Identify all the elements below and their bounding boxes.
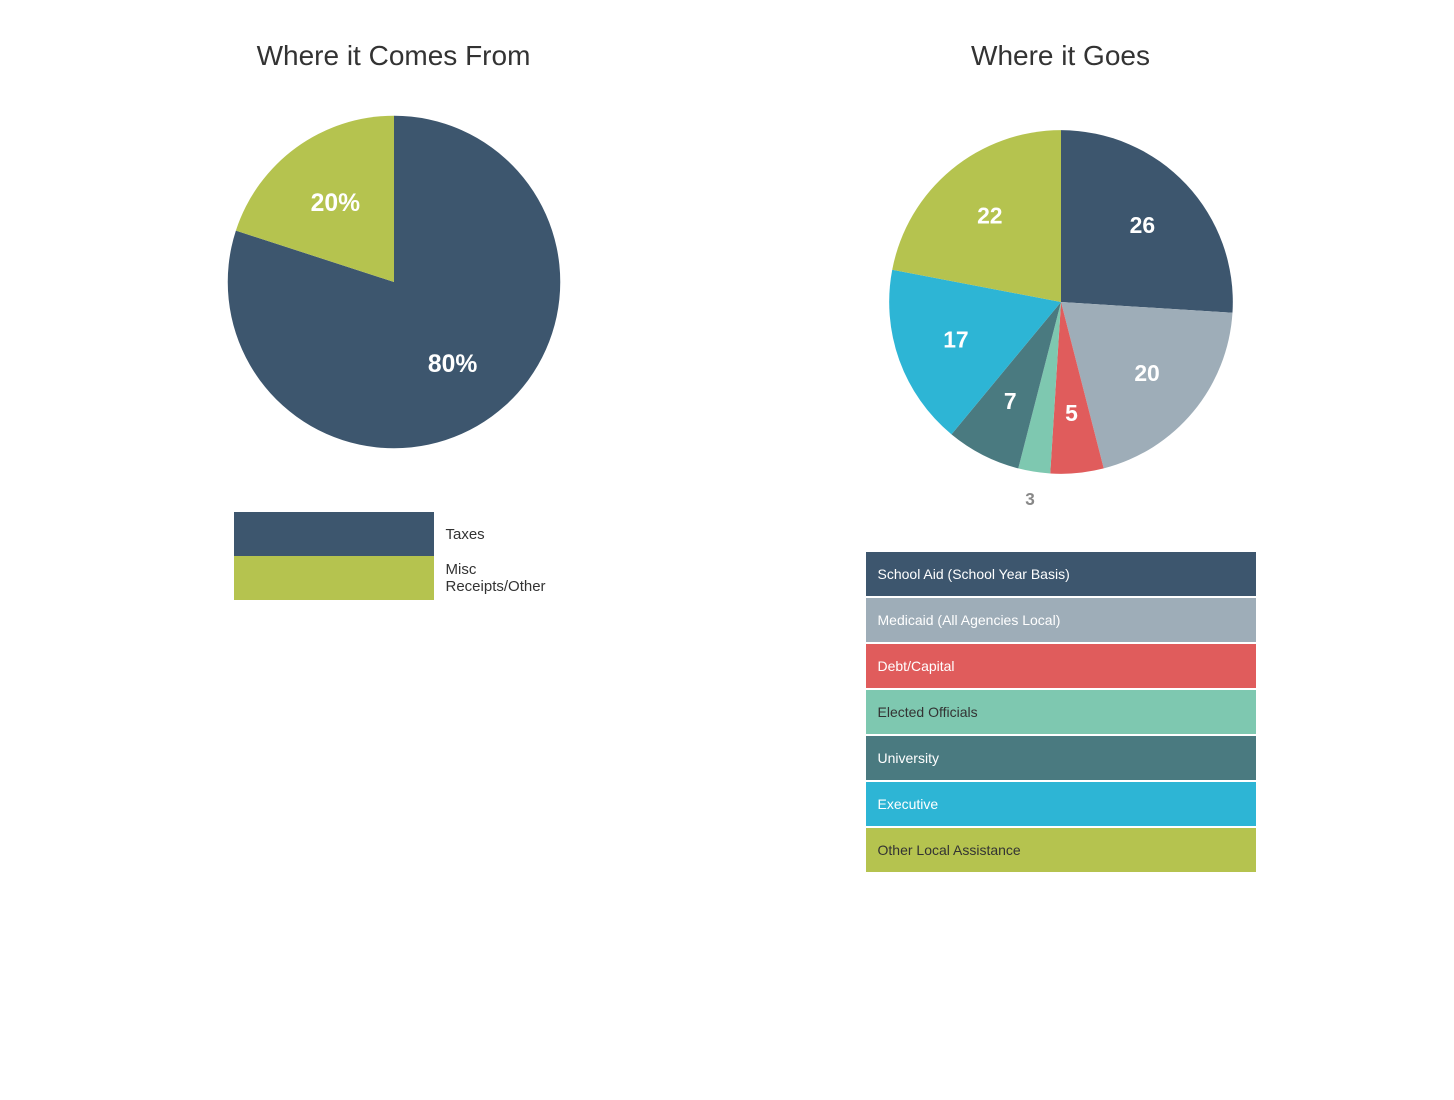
legend-color-taxes (234, 512, 434, 556)
legend-item-elected: Elected Officials (866, 690, 1256, 734)
right-panel: Where it Goes 26 20 5 3 7 17 22 School Aid (Sc… (727, 40, 1394, 1060)
legend-label-debt: Debt/Capital (878, 658, 955, 674)
legend-label-other-local: Other Local Assistance (878, 842, 1021, 858)
svg-text:17: 17 (943, 326, 968, 352)
legend-color-other-local: Other Local Assistance (866, 828, 1256, 872)
left-panel: Where it Comes From 80% 20% Taxes Misc Re… (60, 40, 727, 1060)
legend-item-executive: Executive (866, 782, 1256, 826)
legend-label-school-aid: School Aid (School Year Basis) (878, 566, 1070, 582)
svg-text:3: 3 (1025, 489, 1035, 509)
legend-item-other-local: Other Local Assistance (866, 828, 1256, 872)
svg-text:22: 22 (977, 203, 1002, 229)
svg-text:7: 7 (1003, 388, 1016, 414)
legend-color-school-aid: School Aid (School Year Basis) (866, 552, 1256, 596)
legend-label-executive: Executive (878, 796, 939, 812)
legend-label-medicaid: Medicaid (All Agencies Local) (878, 612, 1061, 628)
svg-text:80%: 80% (427, 351, 476, 378)
legend-item-medicaid: Medicaid (All Agencies Local) (866, 598, 1256, 642)
right-pie-chart: 26 20 5 3 7 17 22 (851, 92, 1271, 512)
legend-color-medicaid: Medicaid (All Agencies Local) (866, 598, 1256, 642)
left-pie-chart: 80% 20% (204, 92, 584, 472)
legend-item-debt: Debt/Capital (866, 644, 1256, 688)
legend-item-misc: Misc Receipts/Other (234, 556, 554, 600)
legend-label-taxes: Taxes (434, 526, 485, 543)
legend-color-executive: Executive (866, 782, 1256, 826)
legend-color-misc (234, 556, 434, 600)
legend-color-elected: Elected Officials (866, 690, 1256, 734)
svg-text:20: 20 (1134, 360, 1159, 386)
legend-item-taxes: Taxes (234, 512, 554, 556)
legend-label-misc: Misc Receipts/Other (434, 561, 554, 595)
left-chart-title: Where it Comes From (257, 40, 531, 72)
svg-text:20%: 20% (310, 190, 359, 217)
right-legend: School Aid (School Year Basis) Medicaid … (866, 552, 1256, 874)
legend-label-university: University (878, 750, 939, 766)
svg-text:26: 26 (1129, 212, 1154, 238)
legend-item-university: University (866, 736, 1256, 780)
legend-item-school-aid: School Aid (School Year Basis) (866, 552, 1256, 596)
legend-label-elected: Elected Officials (878, 704, 978, 720)
legend-color-university: University (866, 736, 1256, 780)
right-chart-title: Where it Goes (971, 40, 1150, 72)
legend-color-debt: Debt/Capital (866, 644, 1256, 688)
left-legend: Taxes Misc Receipts/Other (234, 512, 554, 600)
svg-text:5: 5 (1065, 400, 1078, 426)
